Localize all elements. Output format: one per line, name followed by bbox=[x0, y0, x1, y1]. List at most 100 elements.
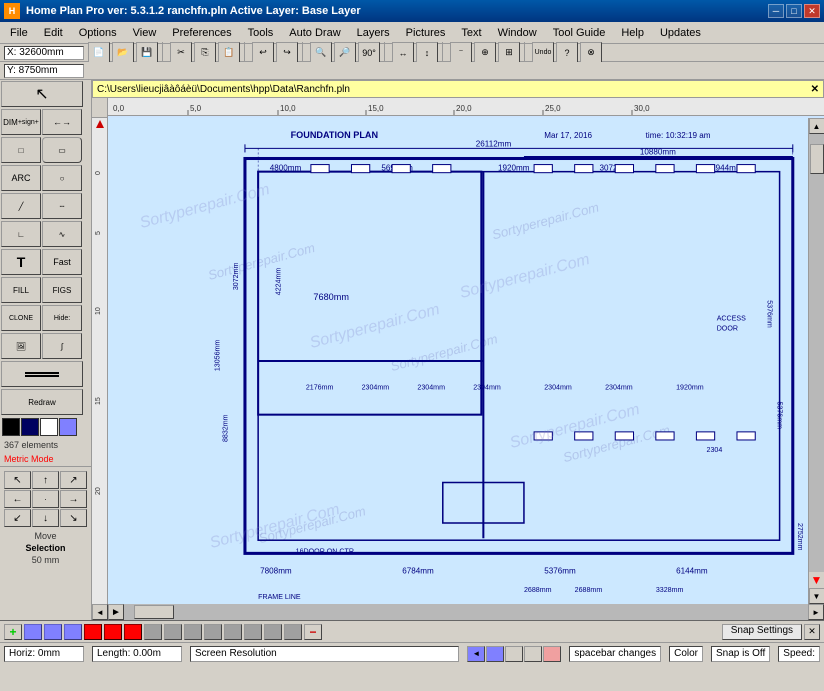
h-scroll-area[interactable]: ◄ ► ► bbox=[92, 604, 824, 620]
y-coord[interactable]: Y: 8750mm bbox=[4, 64, 84, 78]
paste-button[interactable]: 📋 bbox=[218, 42, 240, 64]
snap-dot-3[interactable] bbox=[64, 624, 82, 640]
zoom-in-button[interactable]: 🔍 bbox=[310, 42, 332, 64]
color-current[interactable] bbox=[21, 418, 39, 436]
arc-tool[interactable]: ARC bbox=[1, 165, 41, 191]
snap-red-1[interactable] bbox=[84, 624, 102, 640]
snap-red-2[interactable] bbox=[104, 624, 122, 640]
snap-button[interactable]: ⊕ bbox=[474, 42, 496, 64]
menu-autodraw[interactable]: Auto Draw bbox=[281, 25, 348, 41]
menu-view[interactable]: View bbox=[125, 25, 165, 41]
color-black[interactable] bbox=[2, 418, 20, 436]
h-scroll-right[interactable]: ► bbox=[808, 604, 824, 620]
zigzag-tool[interactable]: ∿ bbox=[42, 221, 82, 247]
undo-button[interactable]: ↩ bbox=[252, 42, 274, 64]
snap-dot-1[interactable] bbox=[24, 624, 42, 640]
h-scroll-left[interactable]: ◄ bbox=[92, 604, 108, 620]
menu-options[interactable]: Options bbox=[71, 25, 125, 41]
copy-button[interactable]: ⎘ bbox=[194, 42, 216, 64]
scroll-up-arrow[interactable]: ▲ bbox=[809, 118, 824, 134]
save-button[interactable]: 💾 bbox=[136, 42, 158, 64]
h-nav-btn[interactable]: ► bbox=[108, 604, 124, 620]
menu-help[interactable]: Help bbox=[613, 25, 652, 41]
redo-button[interactable]: ↪ bbox=[276, 42, 298, 64]
h-scroll-thumb[interactable] bbox=[134, 605, 174, 619]
clone-tool[interactable]: CLONE bbox=[1, 305, 41, 331]
snap-gray-5[interactable] bbox=[224, 624, 242, 640]
menu-window[interactable]: Window bbox=[490, 25, 545, 41]
color-white[interactable] bbox=[40, 418, 58, 436]
text-tool[interactable]: T bbox=[1, 249, 41, 275]
curve-tool[interactable]: ∫ bbox=[42, 333, 82, 359]
status-nav-2[interactable] bbox=[486, 646, 504, 662]
pointer-tool[interactable]: ↖ bbox=[1, 81, 83, 107]
snap-dot-2[interactable] bbox=[44, 624, 62, 640]
snap-gray-2[interactable] bbox=[164, 624, 182, 640]
zoom-out-button[interactable]: 🔎 bbox=[334, 42, 356, 64]
rotate90-button[interactable]: 90° bbox=[358, 42, 380, 64]
bottom-close-btn[interactable]: ✕ bbox=[804, 624, 820, 640]
snap-gray-1[interactable] bbox=[144, 624, 162, 640]
scroll-down-arrow[interactable]: ▼ bbox=[809, 588, 824, 604]
h-scroll-track[interactable] bbox=[124, 604, 808, 620]
new-button[interactable]: 📄 bbox=[88, 42, 110, 64]
move-center[interactable]: · bbox=[32, 490, 59, 508]
open-button[interactable]: 📂 bbox=[112, 42, 134, 64]
menu-updates[interactable]: Updates bbox=[652, 25, 709, 41]
blueprint-canvas[interactable]: FOUNDATION PLAN Mar 17, 2016 time: 10:32… bbox=[108, 118, 808, 604]
menu-edit[interactable]: Edit bbox=[36, 25, 71, 41]
extra-btn[interactable]: ⊗ bbox=[580, 42, 602, 64]
snap-gray-8[interactable] bbox=[284, 624, 302, 640]
minimize-button[interactable]: ─ bbox=[768, 4, 784, 18]
remove-snap-btn[interactable]: − bbox=[304, 624, 322, 640]
move-n[interactable]: ↑ bbox=[32, 471, 59, 489]
fill-tool[interactable]: FILL bbox=[1, 277, 41, 303]
menu-tools[interactable]: Tools bbox=[240, 25, 282, 41]
maximize-button[interactable]: □ bbox=[786, 4, 802, 18]
snap-settings-btn[interactable]: Snap Settings bbox=[722, 624, 802, 640]
menu-pictures[interactable]: Pictures bbox=[398, 25, 454, 41]
move-ne[interactable]: ↗ bbox=[60, 471, 87, 489]
menu-toolguide[interactable]: Tool Guide bbox=[545, 25, 614, 41]
move-se[interactable]: ↘ bbox=[60, 509, 87, 527]
flip-h-button[interactable]: ↔ bbox=[392, 42, 414, 64]
move-s[interactable]: ↓ bbox=[32, 509, 59, 527]
status-nav-4[interactable] bbox=[524, 646, 542, 662]
status-nav-1[interactable]: ◄ bbox=[467, 646, 485, 662]
angle-tool[interactable]: ∟ bbox=[1, 221, 41, 247]
v-scroll-thumb[interactable] bbox=[810, 144, 824, 174]
menu-file[interactable]: File bbox=[2, 25, 36, 41]
x-coord[interactable]: X: 32600mm bbox=[4, 46, 84, 60]
v-scroll[interactable]: ▲ ▼ ▼ bbox=[808, 118, 824, 604]
canvas-close-icon[interactable]: ✕ bbox=[811, 84, 819, 95]
cut-button[interactable]: ✂ bbox=[170, 42, 192, 64]
move-sw[interactable]: ↙ bbox=[4, 509, 31, 527]
move-e[interactable]: → bbox=[60, 490, 87, 508]
snap-gray-7[interactable] bbox=[264, 624, 282, 640]
flip-v-button[interactable]: ↕ bbox=[416, 42, 438, 64]
add-snap-btn[interactable]: + bbox=[4, 624, 22, 640]
figs-tool[interactable]: FIGS bbox=[42, 277, 82, 303]
menu-text[interactable]: Text bbox=[453, 25, 489, 41]
dim-tool[interactable]: DIM+sign+ bbox=[1, 109, 41, 135]
fit-button[interactable]: ⊞ bbox=[498, 42, 520, 64]
snap-gray-3[interactable] bbox=[184, 624, 202, 640]
status-nav-3[interactable] bbox=[505, 646, 523, 662]
menu-layers[interactable]: Layers bbox=[349, 25, 398, 41]
dim2-tool[interactable]: ←→ bbox=[42, 109, 82, 135]
move-w[interactable]: ← bbox=[4, 490, 31, 508]
snap-gray-4[interactable] bbox=[204, 624, 222, 640]
line-palette[interactable] bbox=[1, 361, 83, 387]
v-scroll-track[interactable] bbox=[809, 134, 824, 572]
line-tool[interactable]: ╱ bbox=[1, 193, 41, 219]
line2-tool[interactable]: ╌ bbox=[42, 193, 82, 219]
fast-text-tool[interactable]: Fast bbox=[42, 249, 82, 275]
hide-tool[interactable]: Hide: bbox=[42, 305, 82, 331]
snap-gray-6[interactable] bbox=[244, 624, 262, 640]
round-rect-tool[interactable]: ▭ bbox=[42, 137, 82, 163]
snap-red-3[interactable] bbox=[124, 624, 142, 640]
undo2-button[interactable]: Undo bbox=[532, 42, 554, 64]
line-button[interactable]: ⁻ bbox=[450, 42, 472, 64]
close-button[interactable]: ✕ bbox=[804, 4, 820, 18]
redraw-button[interactable]: Redraw bbox=[1, 389, 83, 415]
